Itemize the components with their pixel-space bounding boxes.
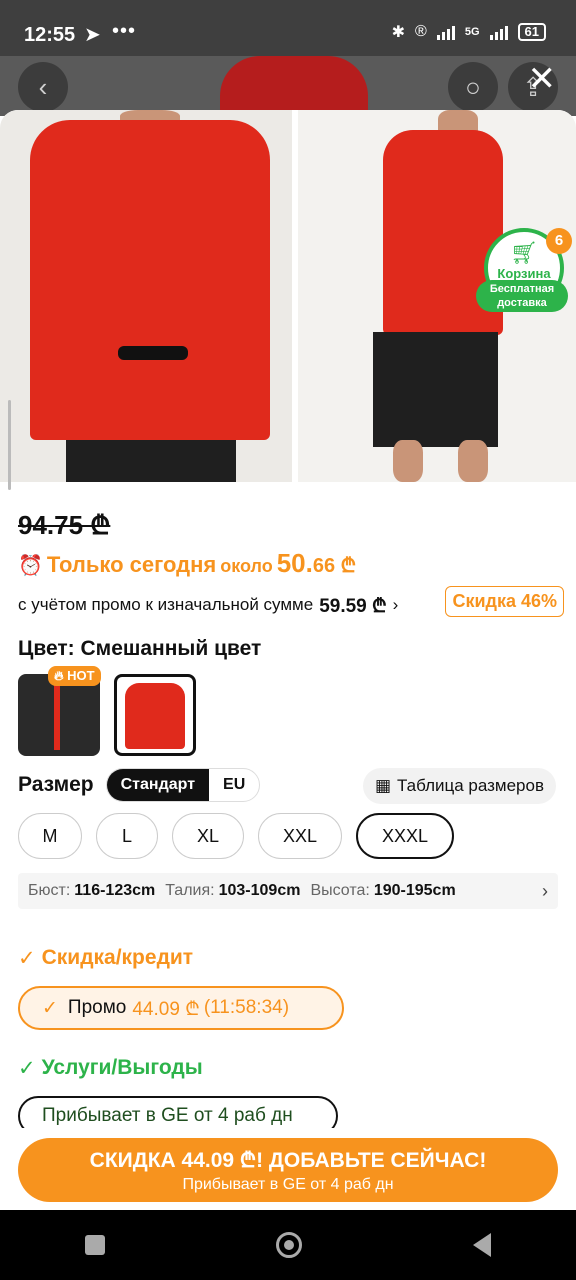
color-title: Цвет: Смешанный цвет xyxy=(18,637,262,660)
services-section-label: Услуги/Выгоды xyxy=(41,1056,203,1079)
promo-timer: (11:58:34) xyxy=(203,997,290,1018)
promo-amount: 44.09 ₾ xyxy=(132,999,200,1020)
standard-option[interactable]: Стандарт xyxy=(106,769,210,801)
add-to-cart-button[interactable]: СКИДКА 44.09 ₾! ДОБАВЬТЕ СЕЙЧАС! Прибыва… xyxy=(18,1138,558,1202)
search-icon: ○ xyxy=(465,71,481,102)
promo-label: Промо xyxy=(67,997,127,1018)
alarm-clock-icon: ⏰ xyxy=(18,555,43,577)
check-icon: ✓ xyxy=(18,1057,36,1080)
back-icon[interactable] xyxy=(472,1233,491,1257)
system-nav-bar xyxy=(0,1210,576,1280)
height-value: 190-195cm xyxy=(373,882,456,899)
size-chart-label: Таблица размеров xyxy=(397,776,544,795)
bluetooth-icon: ✱ xyxy=(391,24,406,41)
color-swatch-black[interactable] xyxy=(18,674,100,756)
size-row: Размер Стандарт EU xyxy=(18,768,261,802)
size-option-xxl[interactable]: XXL xyxy=(258,813,342,859)
height-label: Высота: xyxy=(310,882,370,899)
size-measurements[interactable]: Бюст: 116-123cm Талия: 103-109cm Высота:… xyxy=(18,873,558,909)
close-icon: ✕ xyxy=(527,60,557,98)
size-chart-button[interactable]: ▦ Таблица размеров xyxy=(362,768,556,804)
check-icon: ✓ xyxy=(18,947,36,970)
cart-count-badge: 6 xyxy=(546,228,572,254)
waist-label: Талия: xyxy=(165,882,215,899)
promo-value: 59.59 ₾ xyxy=(319,596,387,617)
today-deal: ⏰ Только сегодня около 50. 66 ₾ xyxy=(18,548,356,579)
background-product-image xyxy=(220,56,368,112)
size-option-xl[interactable]: XL xyxy=(172,813,244,859)
signal-icon-2 xyxy=(489,24,508,40)
registered-icon: ® xyxy=(415,23,427,40)
close-button[interactable]: ✕ xyxy=(528,62,557,96)
discount-badge: Скидка 46% xyxy=(445,586,564,617)
recent-apps-icon[interactable] xyxy=(85,1235,106,1255)
discount-section-label: Скидка/кредит xyxy=(41,946,194,969)
status-time: 12:55 xyxy=(24,24,76,46)
hot-badge: 🔥︎ HOT xyxy=(48,666,101,686)
status-icons: ✱ ® 5G 61 xyxy=(392,22,546,42)
gallery-scroll-indicator xyxy=(8,400,11,490)
size-title: Размер xyxy=(18,773,94,796)
chevron-right-icon: › xyxy=(542,880,548,901)
cart-label: Корзина xyxy=(497,266,551,281)
chevron-left-icon: ‹ xyxy=(38,71,48,102)
size-option-m[interactable]: M xyxy=(18,813,82,859)
waist-value: 103-109cm xyxy=(218,882,301,899)
services-section-title: ✓ Услуги/Выгоды xyxy=(18,1056,203,1081)
signal-icon xyxy=(436,24,455,40)
promo-text: с учётом промо к изначальной сумме xyxy=(18,595,314,614)
shipping-label: Прибывает в GE от 4 раб дн xyxy=(42,1105,293,1126)
deal-price-int: 50. xyxy=(276,548,313,578)
color-swatch-red[interactable] xyxy=(114,674,196,756)
network-5g-icon: 5G xyxy=(464,26,480,38)
battery-icon: 61 xyxy=(517,23,546,41)
hot-label: HOT xyxy=(67,668,95,683)
back-button[interactable]: ‹ xyxy=(18,62,68,112)
free-shipping-badge: Бесплатная доставка xyxy=(476,280,568,312)
ruler-icon: ▦ xyxy=(374,776,392,795)
telegram-icon: ➤ xyxy=(84,24,101,46)
eu-option[interactable]: EU xyxy=(209,769,259,801)
about-label: около xyxy=(220,556,273,576)
product-photo-back[interactable] xyxy=(0,110,292,482)
more-notifications-icon: ••• xyxy=(112,20,137,42)
bust-label: Бюст: xyxy=(28,882,71,899)
promo-line[interactable]: с учётом промо к изначальной сумме 59.59… xyxy=(18,592,398,618)
bust-value: 116-123cm xyxy=(74,882,156,899)
size-option-l[interactable]: L xyxy=(96,813,158,859)
home-icon[interactable] xyxy=(275,1232,302,1258)
cta-title: СКИДКА 44.09 ₾! ДОБАВЬТЕ СЕЙЧАС! xyxy=(89,1149,487,1172)
discount-section-title: ✓ Скидка/кредит xyxy=(18,946,193,971)
size-option-xxxl[interactable]: XXXL xyxy=(356,813,454,859)
old-price: 94.75 ₾ xyxy=(18,510,111,540)
chevron-right-icon: › xyxy=(392,595,399,614)
today-label: Только сегодня xyxy=(46,552,217,577)
cta-subtitle: Прибывает в GE от 4 раб дн xyxy=(182,1176,394,1193)
deal-price-dec: 66 ₾ xyxy=(312,555,357,577)
size-standard-toggle: Стандарт EU xyxy=(105,768,261,802)
search-button[interactable]: ○ xyxy=(448,62,498,112)
check-icon: ✓ xyxy=(42,997,58,1019)
size-options: M L XL XXL XXXL xyxy=(18,813,454,859)
promo-coupon[interactable]: ✓ Промо 44.09 ₾ (11:58:34) xyxy=(18,986,344,1030)
